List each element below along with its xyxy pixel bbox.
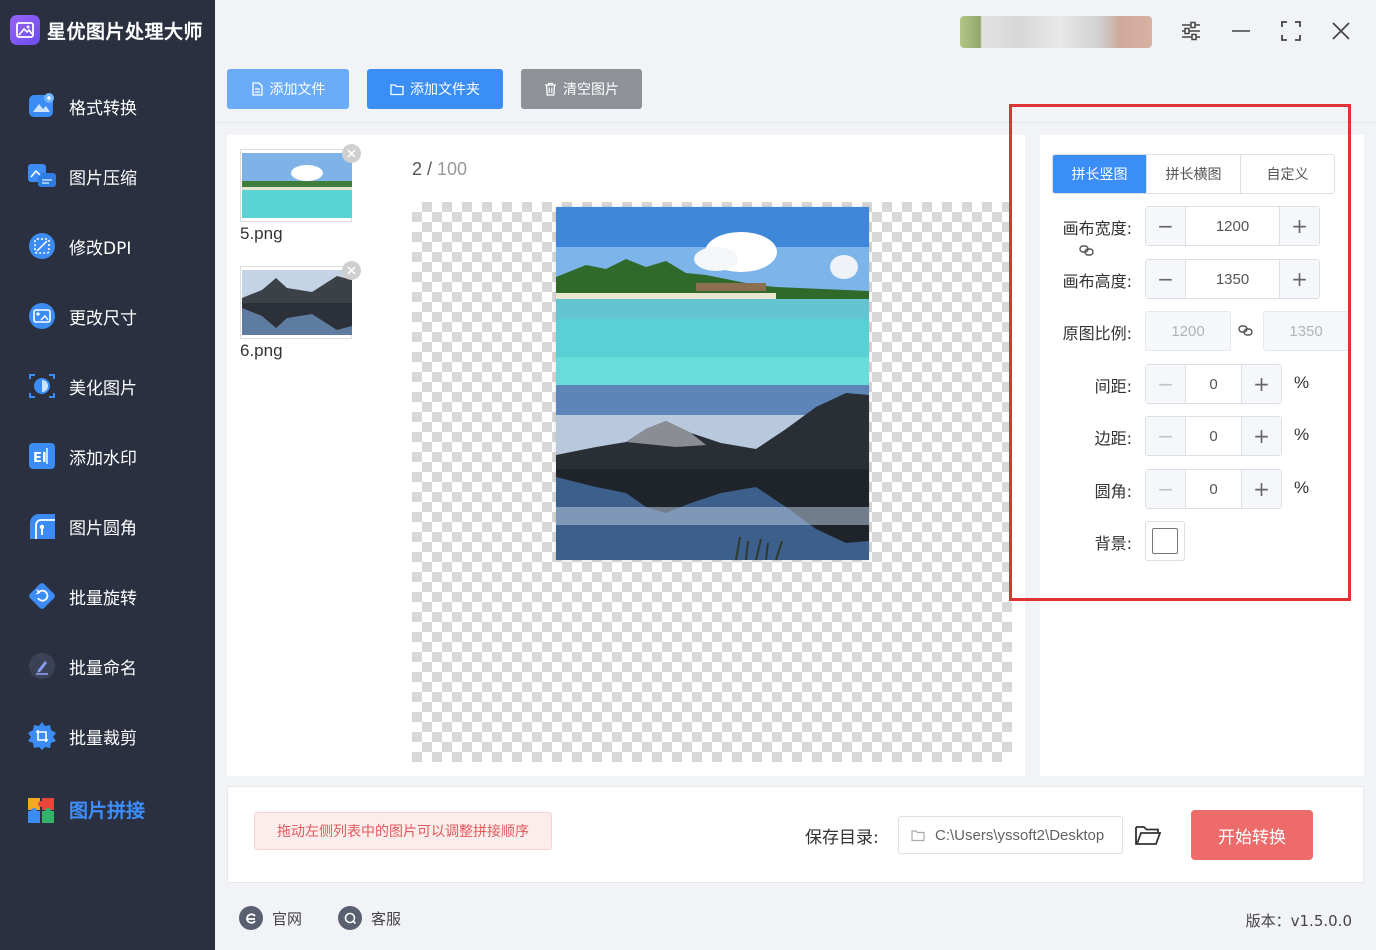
sidebar-item-format-convert[interactable]: 格式转换 bbox=[0, 71, 215, 141]
sidebar-item-compress[interactable]: 图片压缩 bbox=[0, 141, 215, 211]
sidebar-item-label: 图片压缩 bbox=[69, 168, 137, 189]
save-directory-path: C:\Users\yssoft2\Desktop bbox=[935, 826, 1105, 844]
open-folder-icon bbox=[1135, 826, 1162, 845]
round-corner-icon bbox=[26, 510, 58, 542]
minimize-button[interactable] bbox=[1223, 14, 1259, 48]
sidebar-item-label: 格式转换 bbox=[69, 98, 137, 119]
mountain-lake-thumbnail-image bbox=[242, 270, 352, 335]
clear-images-button[interactable]: 清空图片 bbox=[521, 69, 642, 109]
version-label: 版本：v1.5.0.0 bbox=[1245, 912, 1352, 930]
trash-icon bbox=[545, 82, 556, 96]
puzzle-icon bbox=[26, 793, 58, 825]
sidebar-item-stitch[interactable]: 图片拼接 bbox=[0, 771, 215, 847]
browse-folder-button[interactable] bbox=[1132, 820, 1164, 850]
start-convert-button[interactable]: 开始转换 bbox=[1191, 810, 1313, 860]
file-icon bbox=[251, 82, 263, 96]
remove-file-button[interactable] bbox=[342, 261, 361, 280]
thumbnail-frame bbox=[240, 261, 361, 339]
file-name: 5.png bbox=[240, 224, 283, 243]
folder-icon bbox=[911, 829, 925, 841]
crop-icon bbox=[26, 720, 58, 752]
sidebar: 星优图片处理大师 格式转换 图片压缩 修改DPI 更改尺寸 美化图片 EI 添加… bbox=[0, 0, 215, 950]
user-account-avatar[interactable] bbox=[960, 16, 1152, 48]
add-folder-label: 添加文件夹 bbox=[410, 82, 480, 98]
sidebar-item-resize[interactable]: 更改尺寸 bbox=[0, 281, 215, 351]
toolbar: 添加文件 添加文件夹 清空图片 bbox=[227, 69, 642, 109]
maximize-button[interactable] bbox=[1273, 14, 1309, 48]
preview-panel: 5.png 6.png 2 / 100 bbox=[227, 135, 1025, 776]
save-directory-input[interactable]: C:\Users\yssoft2\Desktop bbox=[898, 816, 1123, 854]
resize-icon bbox=[26, 300, 58, 332]
beach-thumbnail-image bbox=[242, 153, 352, 218]
sidebar-item-label: 批量旋转 bbox=[69, 588, 137, 609]
stitched-image bbox=[556, 207, 869, 561]
sidebar-item-label: 修改DPI bbox=[69, 238, 132, 259]
image-compress-icon bbox=[26, 160, 58, 192]
bottom-action-bar: 拖动左侧列表中的图片可以调整拼接顺序 保存目录: C:\Users\yssoft… bbox=[227, 786, 1364, 883]
svg-text:EI: EI bbox=[33, 451, 47, 466]
sliders-icon bbox=[1182, 21, 1200, 41]
add-file-button[interactable]: 添加文件 bbox=[227, 69, 349, 109]
sidebar-item-rename[interactable]: 批量命名 bbox=[0, 631, 215, 701]
sidebar-item-round-corner[interactable]: 图片圆角 bbox=[0, 491, 215, 561]
stitched-image-content bbox=[556, 207, 869, 561]
file-name: 6.png bbox=[240, 341, 283, 360]
fullscreen-icon bbox=[1281, 21, 1301, 41]
window-titlebar bbox=[215, 0, 1376, 60]
add-file-label: 添加文件 bbox=[269, 82, 326, 98]
rotate-icon bbox=[26, 580, 58, 612]
reorder-hint: 拖动左侧列表中的图片可以调整拼接顺序 bbox=[254, 812, 552, 850]
website-label: 官网 bbox=[272, 909, 303, 928]
image-convert-icon bbox=[26, 90, 58, 122]
folder-icon bbox=[390, 83, 404, 95]
thumbnail-frame bbox=[240, 144, 361, 222]
sidebar-item-crop[interactable]: 批量裁剪 bbox=[0, 701, 215, 771]
sidebar-item-label: 更改尺寸 bbox=[69, 308, 137, 329]
add-folder-button[interactable]: 添加文件夹 bbox=[367, 69, 503, 109]
dpi-icon bbox=[26, 230, 58, 262]
sidebar-item-rotate[interactable]: 批量旋转 bbox=[0, 561, 215, 631]
app-logo-icon bbox=[10, 15, 40, 45]
remove-file-button[interactable] bbox=[342, 144, 361, 163]
sidebar-nav: 格式转换 图片压缩 修改DPI 更改尺寸 美化图片 EI 添加水印 图片圆角 批… bbox=[0, 71, 215, 847]
file-list-item[interactable]: 5.png bbox=[240, 144, 361, 244]
footer: 官网 客服 版本：v1.5.0.0 bbox=[215, 890, 1376, 950]
rename-icon bbox=[26, 650, 58, 682]
support-label: 客服 bbox=[371, 909, 402, 928]
close-icon bbox=[347, 266, 356, 275]
clear-images-label: 清空图片 bbox=[563, 82, 619, 98]
stitch-preview-canvas bbox=[412, 202, 1012, 762]
settings-button[interactable] bbox=[1173, 14, 1209, 48]
sidebar-item-label: 批量命名 bbox=[69, 658, 137, 679]
file-list-item[interactable]: 6.png bbox=[240, 261, 361, 361]
close-icon bbox=[1332, 22, 1350, 40]
sidebar-item-watermark[interactable]: EI 添加水印 bbox=[0, 421, 215, 491]
support-link[interactable]: 客服 bbox=[338, 906, 401, 930]
counter-total: 100 bbox=[437, 159, 468, 179]
beautify-icon bbox=[26, 370, 58, 402]
browser-icon bbox=[239, 906, 263, 930]
close-button[interactable] bbox=[1323, 14, 1359, 48]
page-counter: 2 / 100 bbox=[412, 159, 467, 180]
counter-current: 2 bbox=[412, 159, 423, 179]
website-link[interactable]: 官网 bbox=[239, 906, 302, 930]
sidebar-item-dpi[interactable]: 修改DPI bbox=[0, 211, 215, 281]
app-logo-row: 星优图片处理大师 bbox=[10, 12, 203, 48]
app-title: 星优图片处理大师 bbox=[47, 20, 204, 43]
chat-icon bbox=[338, 906, 362, 930]
sidebar-item-label: 批量裁剪 bbox=[69, 728, 137, 749]
close-icon bbox=[347, 149, 356, 158]
save-directory-label: 保存目录: bbox=[805, 828, 879, 848]
sidebar-item-beautify[interactable]: 美化图片 bbox=[0, 351, 215, 421]
sidebar-item-label: 图片圆角 bbox=[69, 518, 137, 539]
counter-separator: / bbox=[422, 159, 438, 179]
highlight-annotation-box bbox=[1009, 104, 1351, 601]
sidebar-item-label: 图片拼接 bbox=[69, 799, 146, 822]
sidebar-item-label: 添加水印 bbox=[69, 448, 137, 469]
minimize-icon bbox=[1232, 30, 1250, 32]
sidebar-item-label: 美化图片 bbox=[69, 378, 137, 399]
watermark-icon: EI bbox=[26, 440, 58, 472]
